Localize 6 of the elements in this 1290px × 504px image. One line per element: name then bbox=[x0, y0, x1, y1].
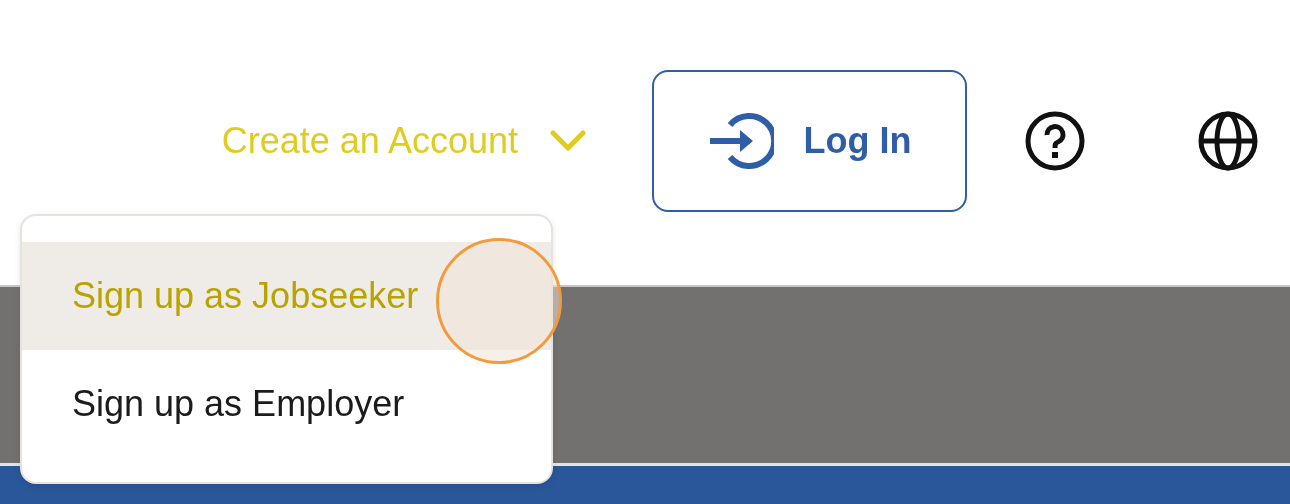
sign-in-icon bbox=[707, 110, 774, 172]
globe-icon[interactable] bbox=[1198, 111, 1258, 171]
help-icon[interactable] bbox=[1025, 111, 1085, 171]
menu-item[interactable]: Sign up as Employer bbox=[22, 350, 551, 458]
chevron-down-icon bbox=[550, 130, 586, 152]
log-in-button[interactable]: Log In bbox=[652, 70, 967, 212]
